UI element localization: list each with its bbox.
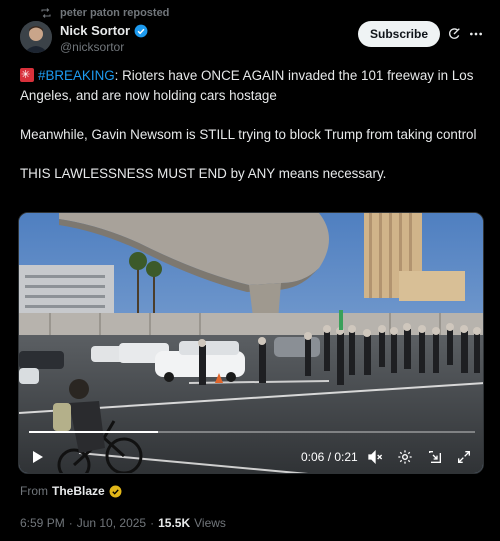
picture-in-picture-icon[interactable] [427, 449, 443, 465]
verified-badge-icon [134, 24, 148, 37]
video-progress-bar[interactable] [29, 431, 475, 433]
avatar[interactable] [20, 21, 52, 53]
repost-indicator[interactable]: peter paton reposted [40, 6, 169, 20]
subscribe-button[interactable]: Subscribe [358, 21, 440, 47]
meta-separator-2: · [150, 516, 155, 530]
mute-icon[interactable] [367, 449, 383, 465]
settings-icon[interactable] [397, 449, 413, 465]
repost-icon [41, 8, 51, 18]
tweet-date[interactable]: Jun 10, 2025 [77, 516, 146, 530]
grok-icon[interactable] [446, 26, 462, 42]
views-label: Views [194, 516, 226, 530]
video-player[interactable]: 0:06 / 0:21 [18, 212, 484, 474]
author-name-row[interactable]: Nick Sortor [60, 23, 148, 38]
repost-text: peter paton reposted [60, 7, 170, 19]
gold-verified-badge-icon [109, 485, 122, 497]
tweet-paragraph-3: THIS LAWLESSNESS MUST END by ANY means n… [20, 165, 387, 181]
meta-separator-1: · [68, 516, 73, 530]
source-name[interactable]: TheBlaze [52, 484, 105, 498]
author-handle[interactable]: @nicksortor [60, 40, 124, 54]
author-name[interactable]: Nick Sortor [60, 23, 130, 38]
siren-emoji-icon [20, 66, 34, 86]
source-prefix: From [20, 484, 48, 498]
video-time: 0:06 / 0:21 [301, 450, 358, 464]
fullscreen-icon[interactable] [456, 449, 472, 465]
video-progress-fill [29, 431, 159, 433]
source-attribution: From TheBlaze [20, 484, 122, 498]
views-count: 15.5K [158, 516, 191, 530]
tweet-time[interactable]: 6:59 PM [20, 516, 65, 530]
play-icon[interactable] [29, 449, 45, 465]
video-frame [19, 213, 483, 473]
tweet-paragraph-2: Meanwhile, Gavin Newsom is STILL trying … [20, 126, 477, 142]
hashtag-link[interactable]: #BREAKING [38, 68, 115, 83]
tweet-meta: 6:59 PM · Jun 10, 2025 · 15.5K Views [20, 516, 226, 530]
tweet-text: #BREAKING: Rioters have ONCE AGAIN invad… [20, 66, 480, 203]
tweet-paragraph-1: #BREAKING: Rioters have ONCE AGAIN invad… [20, 66, 480, 105]
more-options-icon[interactable] [468, 26, 484, 42]
